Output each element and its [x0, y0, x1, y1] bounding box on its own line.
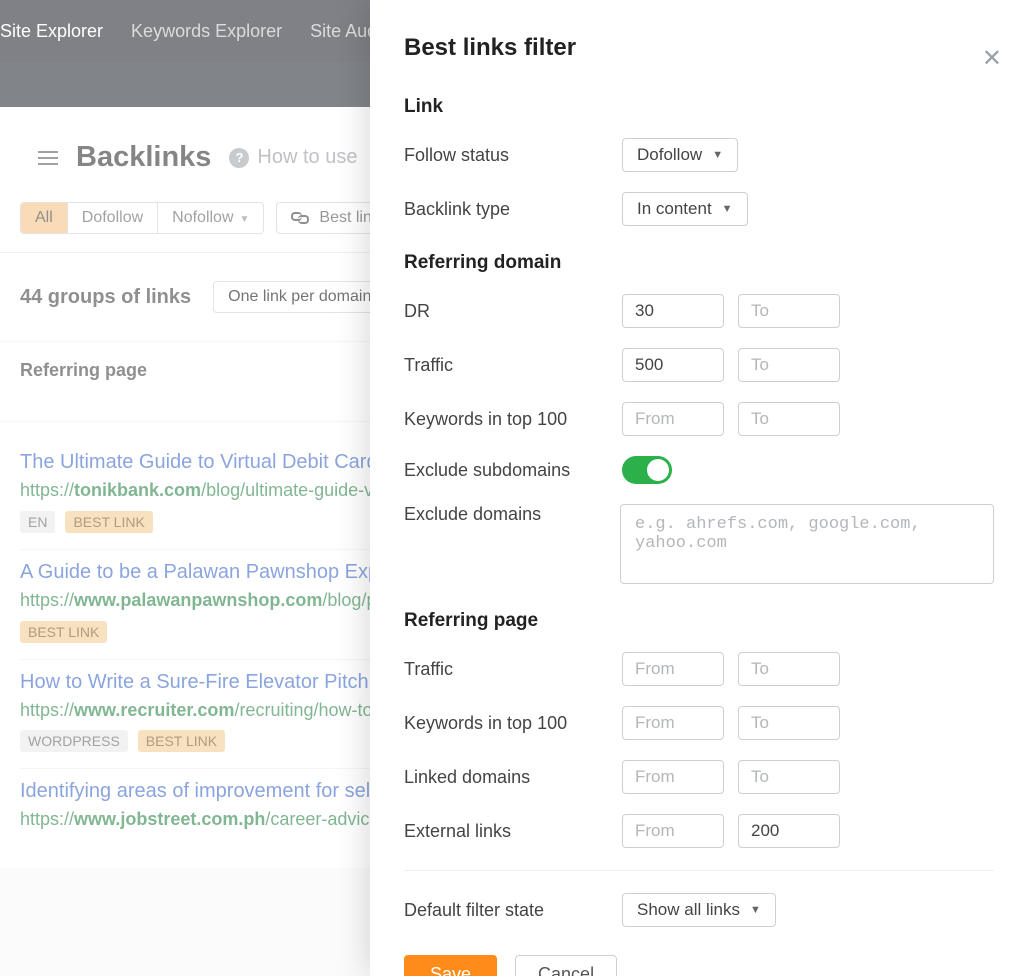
rp-kw-to-input[interactable] — [738, 706, 840, 740]
best-link-badge: BEST LINK — [20, 621, 107, 643]
dr-to-input[interactable] — [738, 294, 840, 328]
default-filter-select[interactable]: Show all links▼ — [622, 893, 776, 927]
nav-site-explorer[interactable]: Site Explorer — [0, 21, 103, 42]
page-title: Backlinks — [76, 141, 211, 174]
ext-to-input[interactable] — [738, 814, 840, 848]
linked-from-input[interactable] — [622, 760, 724, 794]
section-referring-domain: Referring domain — [404, 252, 994, 274]
kw-to-input[interactable] — [738, 402, 840, 436]
help-icon: ? — [229, 148, 249, 168]
panel-title: Best links filter — [404, 34, 994, 62]
toggle-knob — [647, 459, 669, 481]
kw-from-input[interactable] — [622, 402, 724, 436]
best-link-badge: BEST LINK — [138, 730, 225, 752]
label-exclude-subdomains: Exclude subdomains — [404, 460, 622, 481]
exclude-domains-textarea[interactable] — [620, 504, 994, 584]
label-follow-status: Follow status — [404, 145, 622, 166]
chevron-down-icon: ▼ — [750, 904, 761, 916]
lang-badge: EN — [20, 511, 55, 533]
label-external-links: External links — [404, 821, 622, 842]
section-referring-page: Referring page — [404, 610, 994, 632]
dr-from-input[interactable] — [622, 294, 724, 328]
traffic-from-input[interactable] — [622, 348, 724, 382]
label-rp-keywords: Keywords in top 100 — [404, 713, 622, 734]
link-icon — [291, 209, 309, 227]
label-traffic: Traffic — [404, 355, 622, 376]
divider — [404, 870, 994, 871]
label-exclude-domains: Exclude domains — [404, 504, 620, 525]
label-dr: DR — [404, 301, 622, 322]
seg-all[interactable]: All — [21, 203, 68, 233]
how-to-use-link[interactable]: ? How to use — [229, 146, 357, 169]
platform-badge: WORDPRESS — [20, 730, 128, 752]
backlink-type-select[interactable]: In content▼ — [622, 192, 748, 226]
label-backlink-type: Backlink type — [404, 199, 622, 220]
rp-traffic-to-input[interactable] — [738, 652, 840, 686]
label-default-filter-state: Default filter state — [404, 900, 622, 921]
section-link: Link — [404, 96, 994, 118]
how-to-use-label: How to use — [257, 146, 357, 169]
nav-keywords-explorer[interactable]: Keywords Explorer — [131, 21, 282, 42]
ext-from-input[interactable] — [622, 814, 724, 848]
exclude-subdomains-toggle[interactable] — [622, 456, 672, 484]
rp-kw-from-input[interactable] — [622, 706, 724, 740]
follow-status-select[interactable]: Dofollow▼ — [622, 138, 738, 172]
label-rp-traffic: Traffic — [404, 659, 622, 680]
chevron-down-icon: ▼ — [240, 214, 250, 225]
chevron-down-icon: ▼ — [722, 203, 733, 215]
save-button[interactable]: Save — [404, 955, 497, 976]
seg-nofollow[interactable]: Nofollow▼ — [158, 203, 263, 233]
best-link-badge: BEST LINK — [65, 511, 152, 533]
menu-icon[interactable] — [38, 151, 58, 165]
groups-count: 44 groups of links — [20, 286, 191, 309]
follow-segment: All Dofollow Nofollow▼ — [20, 202, 264, 234]
seg-dofollow[interactable]: Dofollow — [68, 203, 158, 233]
grouping-dropdown[interactable]: One link per domain — [213, 281, 386, 313]
traffic-to-input[interactable] — [738, 348, 840, 382]
cancel-button[interactable]: Cancel — [515, 955, 617, 976]
best-links-filter-panel: ✕ Best links filter Link Follow status D… — [370, 0, 1024, 976]
close-icon[interactable]: ✕ — [982, 44, 1002, 73]
label-linked-domains: Linked domains — [404, 767, 622, 788]
panel-actions: Save Cancel — [404, 955, 994, 976]
linked-to-input[interactable] — [738, 760, 840, 794]
chevron-down-icon: ▼ — [712, 149, 723, 161]
label-keywords-100: Keywords in top 100 — [404, 409, 622, 430]
rp-traffic-from-input[interactable] — [622, 652, 724, 686]
